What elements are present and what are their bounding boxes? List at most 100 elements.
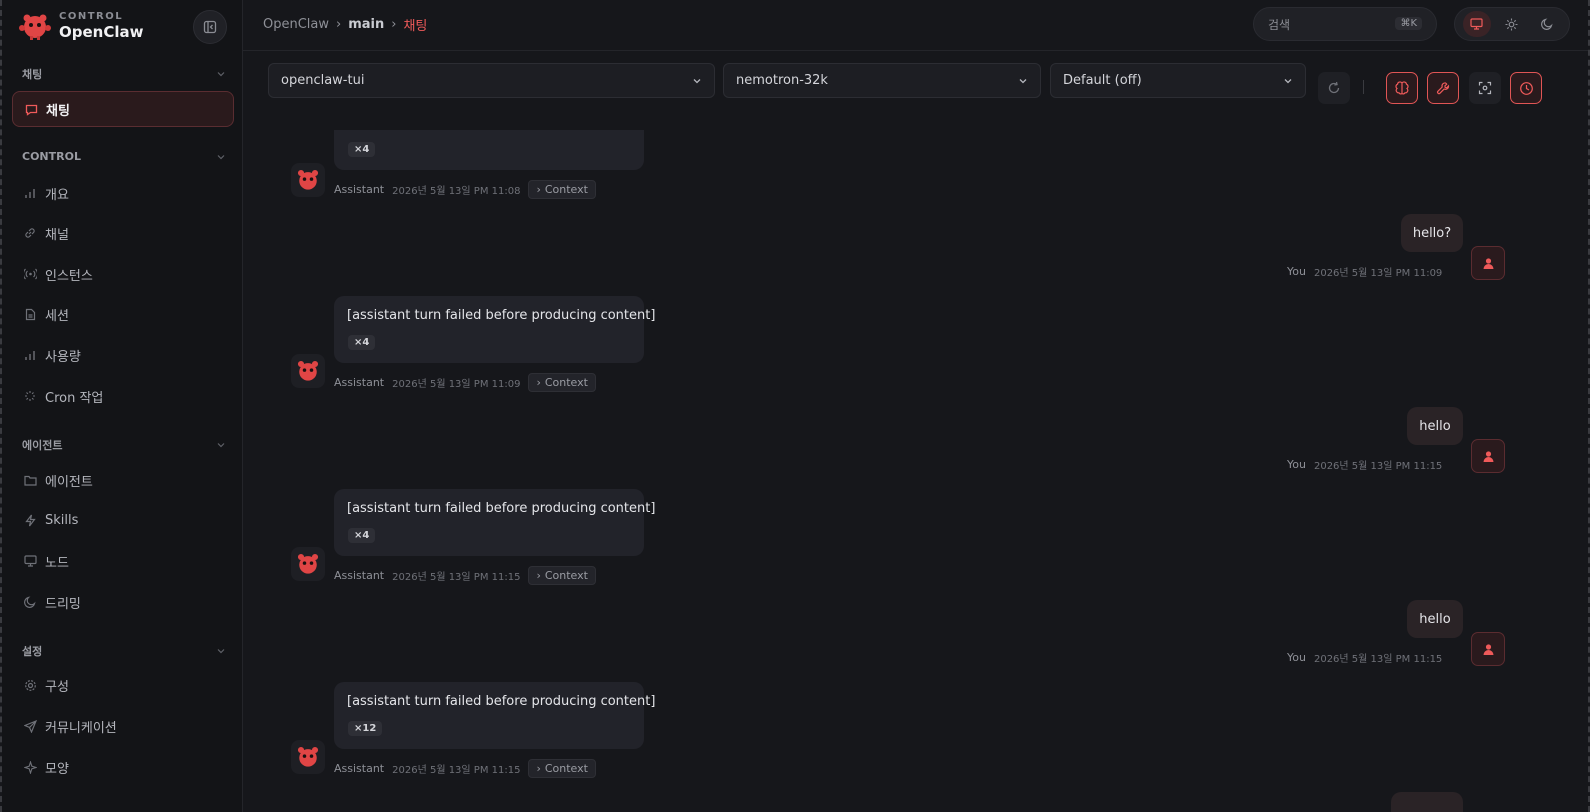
message-text: [assistant turn failed before producing …: [347, 308, 656, 323]
sidebar-item-dreaming[interactable]: 드리밍: [12, 584, 234, 620]
top-bar: OpenClaw › main › 채팅 검색 ⌘K: [243, 0, 1588, 51]
history-toggle-button[interactable]: [1510, 72, 1542, 104]
sidebar-item-label: 채널: [45, 227, 69, 243]
wrench-icon: [1436, 81, 1449, 94]
model-select-value: nemotron-32k: [736, 73, 828, 88]
sidebar-item-nodes[interactable]: 노드: [12, 543, 234, 579]
section-label: 설정: [22, 645, 43, 658]
monitor-icon: [23, 554, 37, 568]
theme-dark-button[interactable]: [1533, 11, 1561, 37]
context-button[interactable]: › Context: [528, 566, 596, 585]
sender-name: You: [1287, 458, 1306, 471]
context-button[interactable]: › Context: [528, 180, 596, 199]
sidebar-item-agents[interactable]: 에이전트: [12, 462, 234, 498]
sidebar-item-label: Skills: [45, 512, 79, 528]
moon-icon: [23, 595, 37, 609]
message-timestamp: 2026년 5월 13일 PM 11:08: [392, 186, 521, 197]
sender-name: You: [1287, 265, 1306, 278]
theme-system-button[interactable]: [1462, 11, 1491, 37]
assistant-avatar: [291, 354, 325, 388]
section-agents[interactable]: 에이전트: [22, 437, 226, 453]
user-avatar: [1471, 439, 1505, 473]
sidebar-item-cron[interactable]: Cron 작업: [12, 378, 234, 414]
sun-icon: [1505, 18, 1518, 30]
chevron-down-icon: [217, 649, 225, 654]
thinking-toggle-button[interactable]: [1386, 72, 1418, 104]
message-meta: Assistant 2026년 5월 13일 PM 11:09 › Context: [334, 373, 596, 392]
sidebar-item-appearance[interactable]: 모양: [12, 749, 234, 785]
sidebar-item-config[interactable]: 구성: [12, 667, 234, 703]
radio-icon: [23, 267, 37, 281]
session-select-value: openclaw-tui: [281, 73, 365, 88]
openclaw-logo-icon: [297, 553, 319, 574]
sidebar-item-instances[interactable]: 인스턴스: [12, 256, 234, 292]
sidebar-item-communication[interactable]: 커뮤니케이션: [12, 708, 234, 744]
search-input[interactable]: 검색 ⌘K: [1253, 7, 1437, 41]
send-icon: [23, 719, 37, 733]
message-timestamp: 2026년 5월 13일 PM 11:09: [1313, 268, 1443, 279]
user-icon: [1483, 643, 1493, 655]
sidebar-item-label: Cron 작업: [45, 390, 104, 406]
section-control[interactable]: CONTROL: [22, 150, 226, 163]
sidebar: CONTROL OpenClaw 채팅 채팅 CONTROL 개요 채널 인스턴…: [2, 0, 243, 812]
message-text: hello?: [1412, 225, 1452, 241]
assistant-avatar: [291, 547, 325, 581]
chevron-right-icon: ›: [536, 762, 541, 775]
message-meta: You 2026년 5월 13일 PM 11:15: [1287, 457, 1442, 472]
message-text: [assistant turn failed before producing …: [347, 694, 656, 709]
chevron-right-icon: ›: [536, 376, 541, 389]
sidebar-item-label: 커뮤니케이션: [45, 720, 117, 736]
sidebar-item-overview[interactable]: 개요: [12, 175, 234, 211]
search-placeholder: 검색: [1268, 17, 1291, 32]
sidebar-item-usage[interactable]: 사용량: [12, 337, 234, 373]
context-label: Context: [544, 762, 588, 775]
message-text: [assistant turn failed before producing …: [347, 501, 656, 516]
assistant-avatar: [291, 740, 325, 774]
openclaw-logo-icon: [297, 169, 319, 190]
moon-icon: [1541, 18, 1553, 30]
repeat-count-badge: ×4: [348, 528, 376, 543]
breadcrumb-separator: ›: [336, 17, 342, 32]
chevron-down-icon: [1019, 79, 1027, 84]
focus-icon: [1478, 81, 1492, 95]
breadcrumb-agent[interactable]: main: [348, 17, 384, 32]
thinking-select[interactable]: Default (off): [1050, 63, 1306, 98]
search-shortcut: ⌘K: [1395, 17, 1422, 30]
sidebar-item-label: 사용량: [45, 349, 81, 365]
brand[interactable]: CONTROL OpenClaw: [19, 10, 143, 42]
message-timestamp: 2026년 5월 13일 PM 11:15: [1313, 461, 1443, 472]
section-chat[interactable]: 채팅: [22, 66, 226, 82]
user-message-bubble: hello: [1407, 407, 1463, 445]
assistant-message-bubble: [assistant turn failed before producing …: [334, 296, 655, 363]
section-settings[interactable]: 설정: [22, 643, 226, 659]
breadcrumb-root[interactable]: OpenClaw: [263, 17, 329, 32]
sidebar-item-sessions[interactable]: 세션: [12, 296, 234, 332]
theme-light-button[interactable]: [1498, 11, 1526, 37]
sidebar-item-label: 노드: [45, 555, 69, 571]
section-label: 채팅: [22, 68, 43, 81]
sidebar-item-chat[interactable]: 채팅: [12, 91, 234, 127]
user-message-bubble: [1391, 792, 1463, 812]
section-label: 에이전트: [22, 439, 63, 452]
refresh-button[interactable]: [1318, 72, 1350, 104]
chevron-right-icon: ›: [536, 183, 541, 196]
model-select[interactable]: nemotron-32k: [723, 63, 1041, 98]
message-text: hello: [1419, 611, 1451, 627]
session-select[interactable]: openclaw-tui: [268, 63, 715, 98]
tools-toggle-button[interactable]: [1427, 72, 1459, 104]
loader-icon: [23, 389, 37, 403]
context-button[interactable]: › Context: [528, 759, 596, 778]
breadcrumb: OpenClaw › main › 채팅: [263, 15, 427, 34]
link-icon: [23, 226, 37, 240]
message-meta: Assistant 2026년 5월 13일 PM 11:15 › Context: [334, 759, 596, 778]
sidebar-item-label: 세션: [45, 308, 69, 324]
sidebar-item-label: 구성: [45, 679, 69, 695]
chevron-down-icon: [217, 72, 225, 77]
context-button[interactable]: › Context: [528, 373, 596, 392]
message-timestamp: 2026년 5월 13일 PM 11:15: [1313, 654, 1443, 665]
bar-chart-icon: [23, 348, 37, 362]
sidebar-item-channels[interactable]: 채널: [12, 215, 234, 251]
collapse-sidebar-button[interactable]: [193, 10, 227, 44]
sidebar-item-skills[interactable]: Skills: [12, 502, 234, 538]
focus-mode-button[interactable]: [1469, 72, 1501, 104]
